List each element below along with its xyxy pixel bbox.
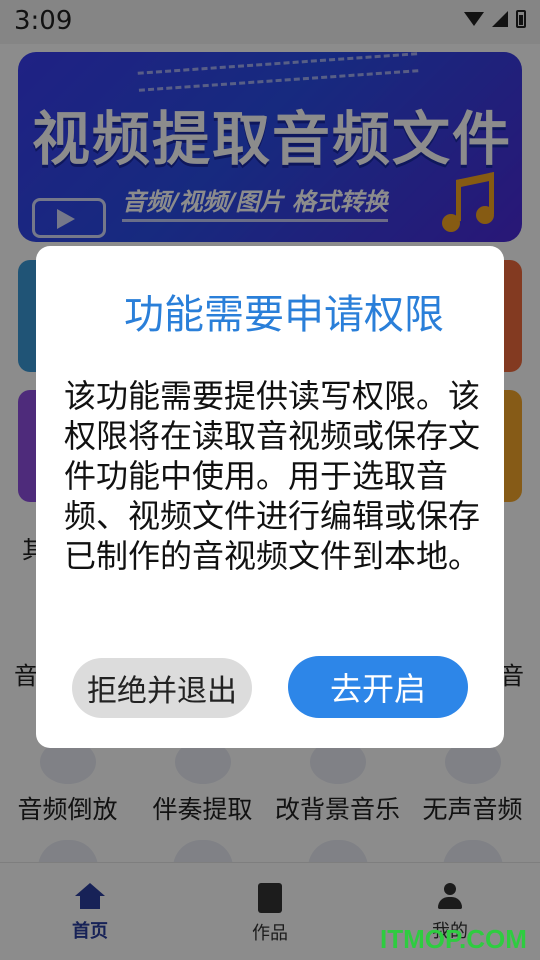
dialog-title: 功能需要申请权限 xyxy=(124,292,444,338)
dialog-message: 该功能需要提供读写权限。该权限将在读取音视频或保存文件功能中使用。用于选取音频、… xyxy=(64,377,481,575)
refuse-and-exit-button[interactable]: 拒绝并退出 xyxy=(72,658,252,718)
permission-dialog: 功能需要申请权限 该功能需要提供读写权限。该权限将在读取音视频或保存文件功能中使… xyxy=(36,246,504,748)
go-enable-button[interactable]: 去开启 xyxy=(288,656,468,718)
watermark-logo: ITMOP.COM xyxy=(380,924,527,954)
